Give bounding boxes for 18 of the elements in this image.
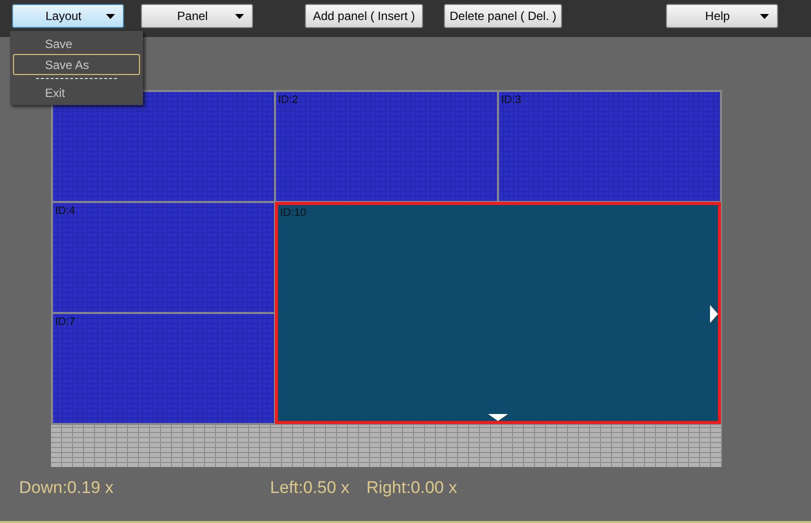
menu-item[interactable]: Save As: [13, 54, 140, 75]
menu-item[interactable]: Exit: [13, 82, 140, 103]
menu-item[interactable]: Save: [13, 33, 140, 54]
toolbar-button[interactable]: Add panel ( Insert ): [305, 4, 423, 28]
dropdown-button[interactable]: Layout: [12, 4, 124, 28]
right-ratio: Right:0.00 x: [366, 477, 458, 499]
panel-id-label: ID:3: [501, 94, 522, 106]
panel-id-label: ID:7: [55, 316, 76, 328]
resize-handle-right-icon[interactable]: [710, 305, 718, 323]
panel-id-label: ID:4: [55, 205, 76, 217]
panel-id-label: ID:2: [278, 94, 298, 106]
down-ratio: Down:0.19 x: [19, 477, 114, 499]
dropdown-button[interactable]: Panel: [141, 4, 253, 28]
dropdown-button[interactable]: Help: [666, 4, 778, 28]
resize-handle-down-icon[interactable]: [488, 414, 508, 421]
left-ratio: Left:0.50 x: [270, 477, 350, 499]
toolbar-button[interactable]: Delete panel ( Del. ): [444, 4, 562, 28]
panel-id-label: ID:10: [280, 207, 306, 219]
